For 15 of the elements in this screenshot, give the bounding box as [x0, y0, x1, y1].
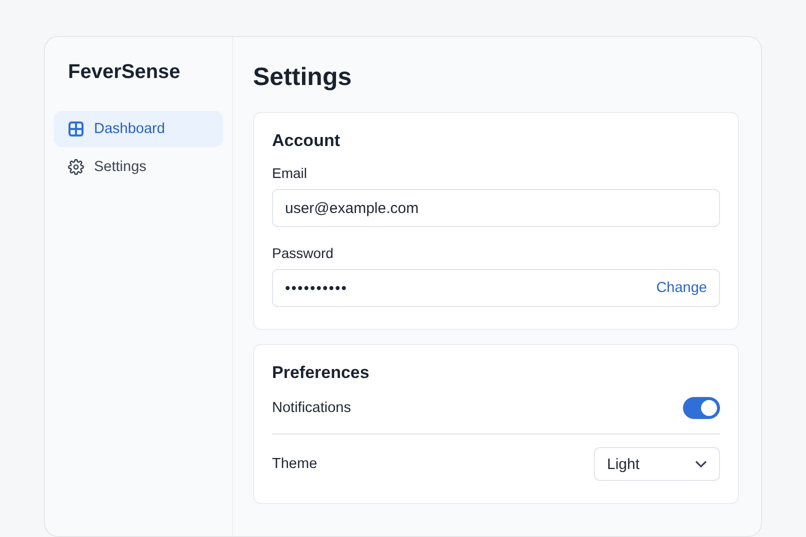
field-label: Password	[272, 245, 334, 261]
change-link[interactable]: Change	[656, 280, 707, 296]
password-field[interactable]: •••••••••• Change	[272, 269, 720, 307]
page-title: Settings	[253, 63, 352, 92]
card-title: Preferences	[272, 363, 370, 383]
grid-icon	[68, 121, 84, 137]
setting-label: Theme	[272, 456, 318, 472]
field-label: Email	[272, 165, 308, 181]
app-logo-text: FeverSense	[68, 61, 180, 84]
card-title: Account	[272, 131, 340, 151]
nav-item[interactable]: Dashboard	[54, 111, 223, 147]
nav-item[interactable]: Settings	[54, 149, 223, 185]
settings-icon	[68, 159, 84, 175]
email-field[interactable]: user@example.com	[272, 189, 720, 227]
setting-label: Notifications	[272, 400, 351, 416]
